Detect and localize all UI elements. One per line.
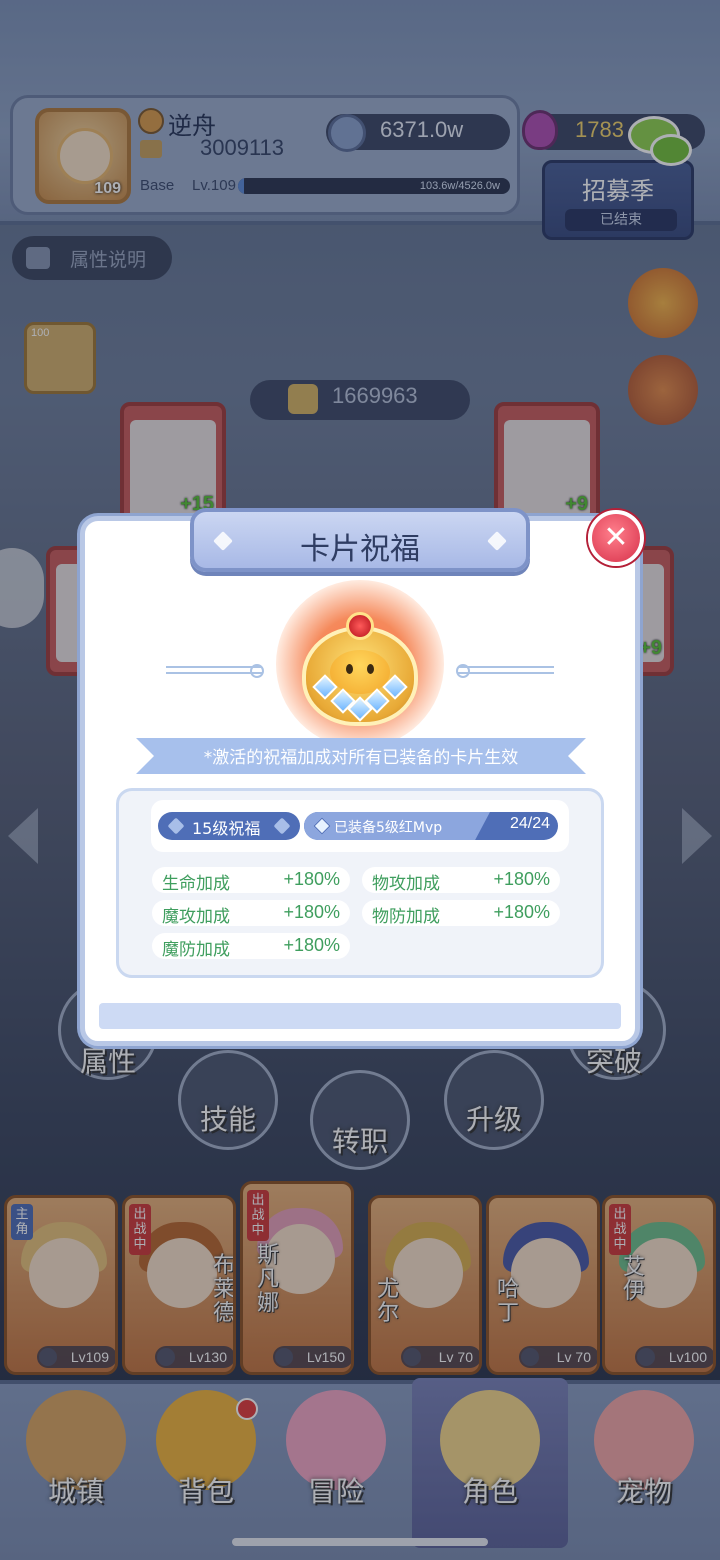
blessing-note: *激活的祝福加成对所有已装备的卡片生效 (203, 748, 519, 768)
stat-value: +180% (493, 869, 550, 889)
stat-label: 物攻加成 (372, 874, 440, 894)
stat-value: +180% (283, 869, 340, 889)
swirl-ornament (250, 664, 264, 678)
poring-face-icon (330, 650, 390, 694)
star-icon (167, 817, 185, 835)
stat-value: +180% (283, 935, 340, 955)
close-icon: ✕ (603, 520, 629, 555)
dialog-title: 卡片祝福 (300, 532, 420, 567)
poring-eye (346, 664, 353, 674)
dialog-bottom-strip (99, 1003, 621, 1029)
stat-label: 物防加成 (372, 907, 440, 927)
poring-eye (367, 664, 374, 674)
stat-row-hp: 生命加成 +180% (152, 867, 350, 894)
divider-right (458, 666, 554, 674)
stat-value: +180% (493, 902, 550, 922)
stat-label: 生命加成 (162, 874, 230, 894)
stat-row-patk: 物攻加成 +180% (362, 867, 560, 894)
stat-row-mdef: 魔防加成 +180% (152, 933, 350, 960)
blessing-level-badge: 15级祝福 (158, 812, 300, 840)
star-icon (273, 817, 291, 835)
stat-row-pdef: 物防加成 +180% (362, 900, 560, 927)
equip-status-text: 已装备5级红Mvp (334, 820, 443, 836)
stat-row-matk: 魔攻加成 +180% (152, 900, 350, 927)
note-ribbon: *激活的祝福加成对所有已装备的卡片生效 (136, 738, 586, 774)
dialog-title-tab: 卡片祝福 (190, 508, 530, 572)
divider-left (166, 666, 262, 674)
blessing-level-text: 15级祝福 (192, 819, 261, 838)
stat-label: 魔攻加成 (162, 907, 230, 927)
stat-label: 魔防加成 (162, 940, 230, 960)
stat-value: +180% (283, 902, 340, 922)
ruby-gem-icon (346, 612, 374, 640)
equip-status-badge: 已装备5级红Mvp 24/24 (304, 812, 558, 840)
close-button[interactable]: ✕ (588, 510, 644, 566)
equip-count: 24/24 (509, 815, 550, 832)
